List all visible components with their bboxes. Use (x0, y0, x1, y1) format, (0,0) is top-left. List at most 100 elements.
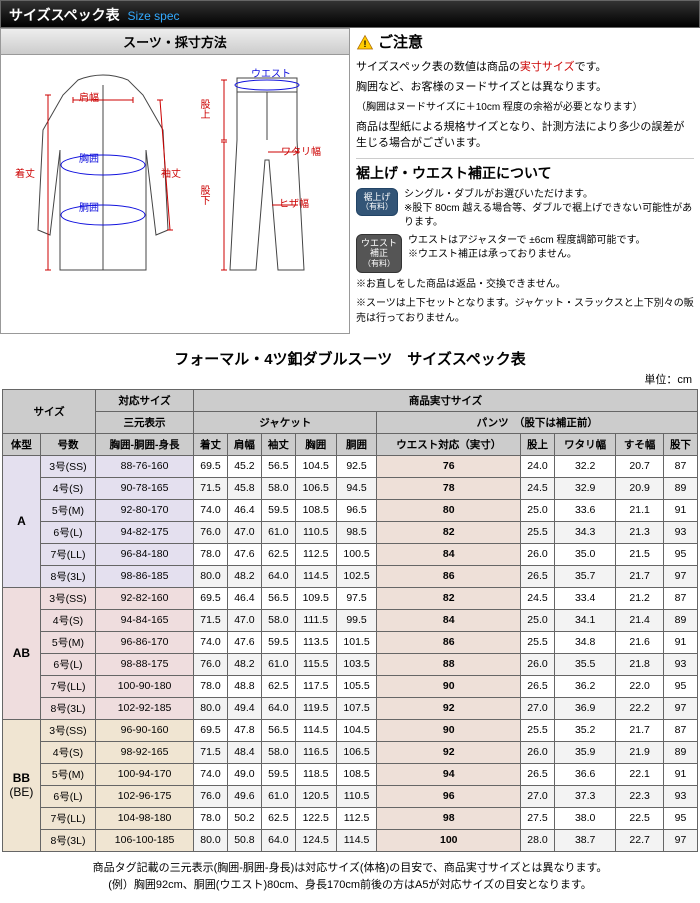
cell: 101.5 (336, 631, 377, 653)
cell: 25.0 (521, 609, 555, 631)
cell: 56.5 (261, 455, 295, 477)
notice-box: ! ご注意 サイズスペック表の数値は商品の実寸サイズです。 胸囲など、お客様のヌ… (350, 28, 700, 334)
cell: 38.0 (554, 807, 615, 829)
cell: 28.0 (521, 829, 555, 851)
cell: 76.0 (194, 653, 228, 675)
cell: 74.0 (194, 499, 228, 521)
col-jacket: ジャケット (194, 411, 377, 433)
waist-cell: 92 (377, 697, 521, 719)
waist-cell: 94 (377, 763, 521, 785)
cell: 22.1 (616, 763, 664, 785)
cell: 90-78-165 (96, 477, 194, 499)
cell: 5号(M) (40, 631, 95, 653)
cell: 26.5 (521, 675, 555, 697)
cell: 25.5 (521, 719, 555, 741)
cell: 117.5 (295, 675, 336, 697)
cell: 8号(3L) (40, 697, 95, 719)
col-kyoui: 胸囲 (295, 433, 336, 455)
waist-cell: 84 (377, 543, 521, 565)
spec-table: サイズ 対応サイズ 商品実寸サイズ 三元表示 ジャケット パンツ （股下は補正前… (2, 389, 698, 852)
table-row: 4号(S)90-78-16571.545.858.0106.594.57824.… (3, 477, 698, 499)
cell: 100-90-180 (96, 675, 194, 697)
footer-l1: 商品タグ記載の三元表示(胸囲-胴囲-身長)は対応サイズ(体格)の目安で、商品実寸… (10, 860, 690, 878)
cell: 76.0 (194, 521, 228, 543)
cell: 69.5 (194, 719, 228, 741)
cell: 32.9 (554, 477, 615, 499)
hem-badge: 裾上げ（有料） (356, 188, 398, 216)
cell: 22.3 (616, 785, 664, 807)
cell: 47.6 (227, 543, 261, 565)
cell: 56.5 (261, 719, 295, 741)
cell: 33.4 (554, 587, 615, 609)
cell: 6号(L) (40, 521, 95, 543)
lbl-matashita: 股下 (196, 185, 211, 205)
cell: 97.5 (336, 587, 377, 609)
spec-tbody: A3号(SS)88-76-16069.545.256.5104.592.5762… (3, 455, 698, 851)
notice-n1: ※お直しをした商品は返品・交換できません。 (356, 277, 694, 292)
body-type-cell: BB(BE) (3, 719, 41, 851)
cell: 4号(S) (40, 741, 95, 763)
notice-p4: 商品は型紙による規格サイズとなり、計測方法により多少の誤差が生じる場合がございま… (356, 119, 694, 152)
cell: 22.2 (616, 697, 664, 719)
cell: 69.5 (194, 455, 228, 477)
col-waist: ウエスト対応（実寸） (377, 433, 521, 455)
cell: 116.5 (295, 741, 336, 763)
cell: 36.2 (554, 675, 615, 697)
waist-text: ウエストはアジャスターで ±6cm 程度調節可能です。※ウエスト補正は承っており… (408, 234, 694, 262)
cell: 124.5 (295, 829, 336, 851)
header-en: Size spec (128, 9, 180, 23)
cell: 58.0 (261, 477, 295, 499)
diagram-title: スーツ・採寸方法 (1, 29, 349, 55)
cell: 100-94-170 (96, 763, 194, 785)
cell: 21.9 (616, 741, 664, 763)
cell: 25.0 (521, 499, 555, 521)
cell: 111.5 (295, 609, 336, 631)
lbl-sodetake: 袖丈 (161, 165, 181, 180)
table-row: 5号(M)96-86-17074.047.659.5113.5101.58625… (3, 631, 698, 653)
cell: 115.5 (295, 653, 336, 675)
cell: 96-84-180 (96, 543, 194, 565)
cell: 78.0 (194, 675, 228, 697)
cell: 36.9 (554, 697, 615, 719)
cell: 61.0 (261, 653, 295, 675)
cell: 106-100-185 (96, 829, 194, 851)
cell: 3号(SS) (40, 719, 95, 741)
cell: 91 (663, 763, 697, 785)
cell: 89 (663, 609, 697, 631)
waist-cell: 90 (377, 719, 521, 741)
spec-thead: サイズ 対応サイズ 商品実寸サイズ 三元表示 ジャケット パンツ （股下は補正前… (3, 389, 698, 455)
waist-cell: 96 (377, 785, 521, 807)
cell: 114.5 (295, 719, 336, 741)
cell: 4号(S) (40, 477, 95, 499)
cell: 105.5 (336, 675, 377, 697)
cell: 92-82-160 (96, 587, 194, 609)
cell: 26.5 (521, 565, 555, 587)
cell: 112.5 (295, 543, 336, 565)
cell: 24.5 (521, 477, 555, 499)
cell: 47.6 (227, 631, 261, 653)
cell: 21.7 (616, 719, 664, 741)
warn-title: ! ご注意 (356, 32, 694, 55)
cell: 25.5 (521, 521, 555, 543)
cell: 87 (663, 719, 697, 741)
cell: 49.6 (227, 785, 261, 807)
cell: 59.5 (261, 631, 295, 653)
cell: 122.5 (295, 807, 336, 829)
col-kitake: 着丈 (194, 433, 228, 455)
cell: 50.2 (227, 807, 261, 829)
cell: 78.0 (194, 543, 228, 565)
cell: 64.0 (261, 565, 295, 587)
cell: 48.2 (227, 565, 261, 587)
cell: 64.0 (261, 697, 295, 719)
table-row: 5号(M)100-94-17074.049.059.5118.5108.5942… (3, 763, 698, 785)
col-doui: 胴囲 (336, 433, 377, 455)
table-row: 8号(3L)98-86-18580.048.264.0114.5102.5862… (3, 565, 698, 587)
waist-cell: 86 (377, 565, 521, 587)
lbl-kyoui: 胸囲 (79, 150, 99, 165)
cell: 102.5 (336, 565, 377, 587)
col-taiou: 対応サイズ (96, 389, 194, 411)
cell: 89 (663, 477, 697, 499)
cell: 118.5 (295, 763, 336, 785)
cell: 5号(M) (40, 763, 95, 785)
cell: 24.0 (521, 455, 555, 477)
